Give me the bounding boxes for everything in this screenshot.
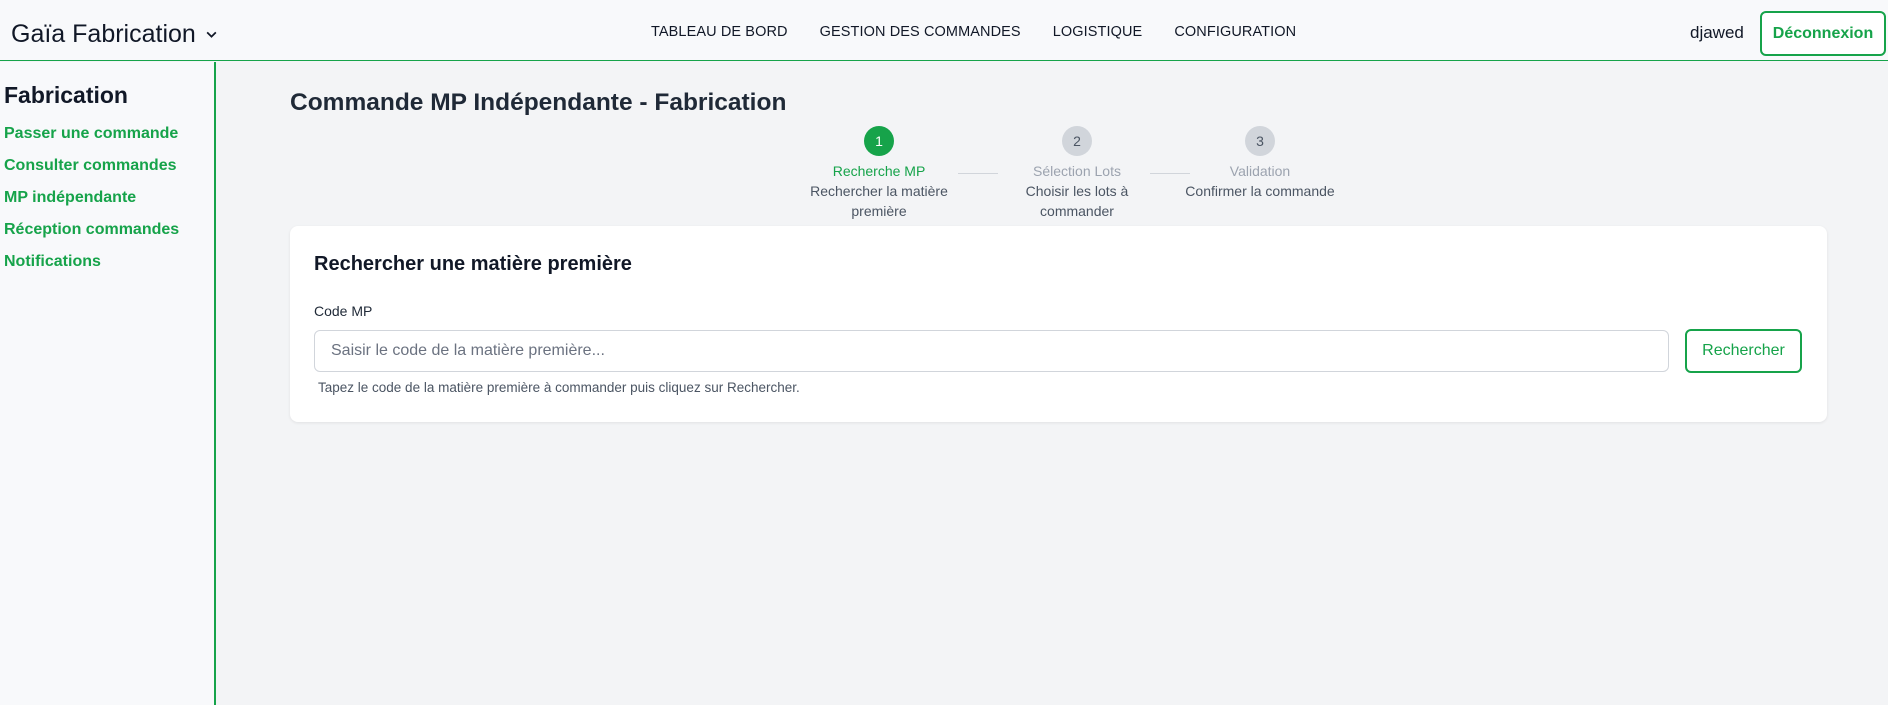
- brand-name: Gaïa Fabrication: [11, 20, 196, 48]
- nav-configuration[interactable]: CONFIGURATION: [1174, 24, 1296, 40]
- search-button[interactable]: Rechercher: [1685, 329, 1802, 373]
- step-connector-1: [958, 173, 998, 174]
- step-2-description: Choisir les lots à commander: [1025, 183, 1129, 219]
- nav-logistique[interactable]: LOGISTIQUE: [1053, 24, 1143, 40]
- nav-tableau-de-bord[interactable]: TABLEAU DE BORD: [651, 24, 788, 40]
- brand-dropdown[interactable]: Gaïa Fabrication: [11, 20, 218, 49]
- step-validation: 3 Validation Confirmer la commande: [1185, 126, 1335, 201]
- step-1-description: Rechercher la matière première: [810, 183, 948, 219]
- step-selection-lots: 2 Sélection Lots Choisir les lots à comm…: [1002, 126, 1152, 221]
- step-3-number: 3: [1245, 126, 1275, 156]
- step-2-label: Sélection Lots: [1033, 163, 1121, 179]
- help-text: Tapez le code de la matière première à c…: [318, 380, 800, 395]
- username: djawed: [1690, 23, 1744, 42]
- logout-button[interactable]: Déconnexion: [1760, 11, 1886, 56]
- code-mp-label: Code MP: [314, 303, 373, 319]
- sidebar-title: Fabrication: [4, 82, 128, 108]
- search-card: Rechercher une matière première Code MP …: [290, 226, 1827, 422]
- sidebar-item-passer-commande[interactable]: Passer une commande: [4, 125, 179, 157]
- chevron-down-icon: [206, 31, 217, 38]
- page-title: Commande MP Indépendante - Fabrication: [290, 89, 787, 116]
- sidebar-item-mp-independante[interactable]: MP indépendante: [4, 189, 179, 221]
- step-1-number: 1: [864, 126, 894, 156]
- card-title: Rechercher une matière première: [314, 253, 632, 275]
- top-navbar: Gaïa Fabrication TABLEAU DE BORD GESTION…: [0, 0, 1888, 61]
- nav-gestion-des-commandes[interactable]: GESTION DES COMMANDES: [820, 24, 1021, 40]
- step-connector-2: [1150, 173, 1190, 174]
- step-2-number: 2: [1062, 126, 1092, 156]
- code-mp-input[interactable]: [314, 330, 1669, 372]
- main-nav: TABLEAU DE BORD GESTION DES COMMANDES LO…: [651, 24, 1296, 40]
- sidebar-item-reception-commandes[interactable]: Réception commandes: [4, 221, 179, 253]
- sidebar-item-notifications[interactable]: Notifications: [4, 253, 179, 285]
- step-recherche-mp: 1 Recherche MP Rechercher la matière pre…: [804, 126, 954, 221]
- sidebar: Fabrication Passer une commande Consulte…: [0, 62, 216, 705]
- step-3-description: Confirmer la commande: [1185, 183, 1335, 199]
- step-3-label: Validation: [1229, 163, 1291, 179]
- step-1-label: Recherche MP: [832, 163, 926, 179]
- sidebar-item-consulter-commandes[interactable]: Consulter commandes: [4, 157, 179, 189]
- sidebar-menu: Passer une commande Consulter commandes …: [4, 125, 179, 285]
